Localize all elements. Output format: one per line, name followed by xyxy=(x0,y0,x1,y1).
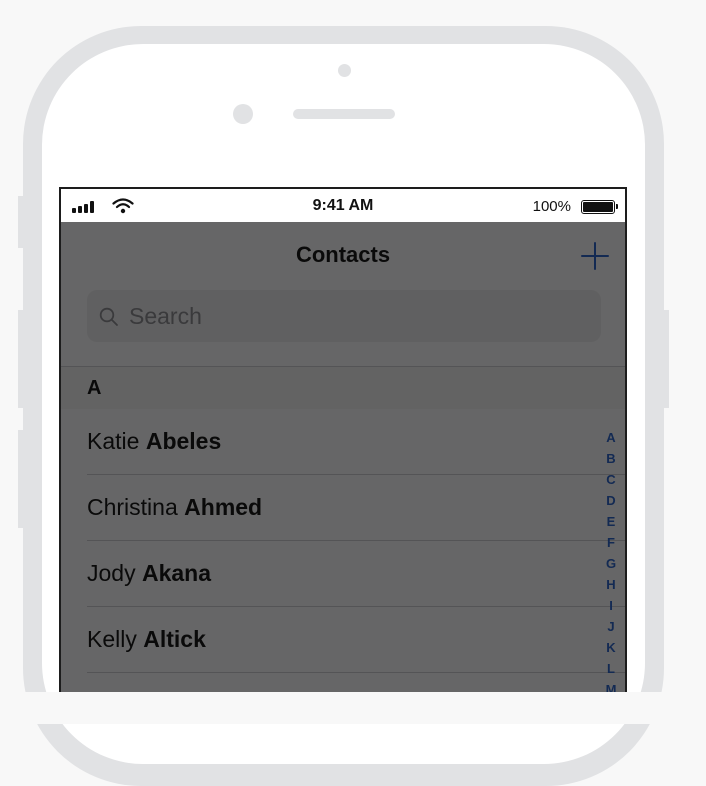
contact-last-name: Ahmed xyxy=(184,494,263,520)
search-input[interactable] xyxy=(129,299,579,333)
battery-full-icon xyxy=(581,200,618,214)
contact-name: Katie Abeles xyxy=(87,428,221,455)
index-letter[interactable]: H xyxy=(606,574,615,595)
contact-name: Christina Ahmed xyxy=(87,494,262,521)
device-side-button-volume-up xyxy=(18,310,24,408)
contact-list: Katie Abeles Christina Ahmed Jody Akana … xyxy=(61,409,625,673)
contact-row[interactable]: Jody Akana xyxy=(61,541,625,607)
device-side-button-power xyxy=(663,310,669,408)
row-divider xyxy=(87,672,625,673)
section-header: A xyxy=(61,367,625,409)
index-letter[interactable]: F xyxy=(607,532,615,553)
status-bar: 9:41 AM 100% xyxy=(61,189,625,222)
index-letter[interactable]: J xyxy=(607,616,614,637)
contact-row[interactable]: Christina Ahmed xyxy=(61,475,625,541)
contact-row[interactable]: Kelly Altick xyxy=(61,607,625,673)
index-letter[interactable]: C xyxy=(606,469,615,490)
index-letter[interactable]: G xyxy=(606,553,616,574)
device-screen: 9:41 AM 100% Contacts A Katie Abeles Ch xyxy=(59,187,627,707)
bottom-crop-strip xyxy=(0,692,706,724)
index-letter[interactable]: I xyxy=(609,595,613,616)
front-camera xyxy=(233,104,253,124)
page-title: Contacts xyxy=(295,242,391,267)
device-side-button-volume-down xyxy=(18,430,24,528)
proximity-sensor xyxy=(338,64,351,77)
index-letter[interactable]: E xyxy=(607,511,616,532)
contact-first-name: Jody xyxy=(87,560,136,586)
contact-name: Jody Akana xyxy=(87,560,211,587)
battery-percentage: 100% xyxy=(532,198,571,215)
alphabet-index[interactable]: A B C D E F G H I J K L M xyxy=(603,427,619,700)
index-letter[interactable]: B xyxy=(606,448,615,469)
earpiece-speaker xyxy=(293,109,395,119)
contact-last-name: Altick xyxy=(143,626,206,652)
search-icon xyxy=(99,307,118,326)
index-letter[interactable]: D xyxy=(606,490,615,511)
index-letter[interactable]: L xyxy=(607,658,615,679)
contact-first-name: Kelly xyxy=(87,626,137,652)
add-contact-button[interactable] xyxy=(579,240,611,272)
contact-first-name: Christina xyxy=(87,494,178,520)
contact-last-name: Akana xyxy=(141,560,212,586)
device-side-button-mute xyxy=(18,196,24,248)
section-header-letter: A xyxy=(87,377,102,399)
search-bar[interactable] xyxy=(87,290,601,342)
index-letter[interactable]: K xyxy=(606,637,615,658)
index-letter[interactable]: A xyxy=(606,427,615,448)
contact-first-name: Katie xyxy=(87,428,140,454)
contact-last-name: Abeles xyxy=(145,428,222,454)
contacts-view: Contacts A Katie Abeles Christina Ahmed xyxy=(61,222,625,707)
contact-row[interactable]: Katie Abeles xyxy=(61,409,625,475)
contact-name: Kelly Altick xyxy=(87,626,206,653)
